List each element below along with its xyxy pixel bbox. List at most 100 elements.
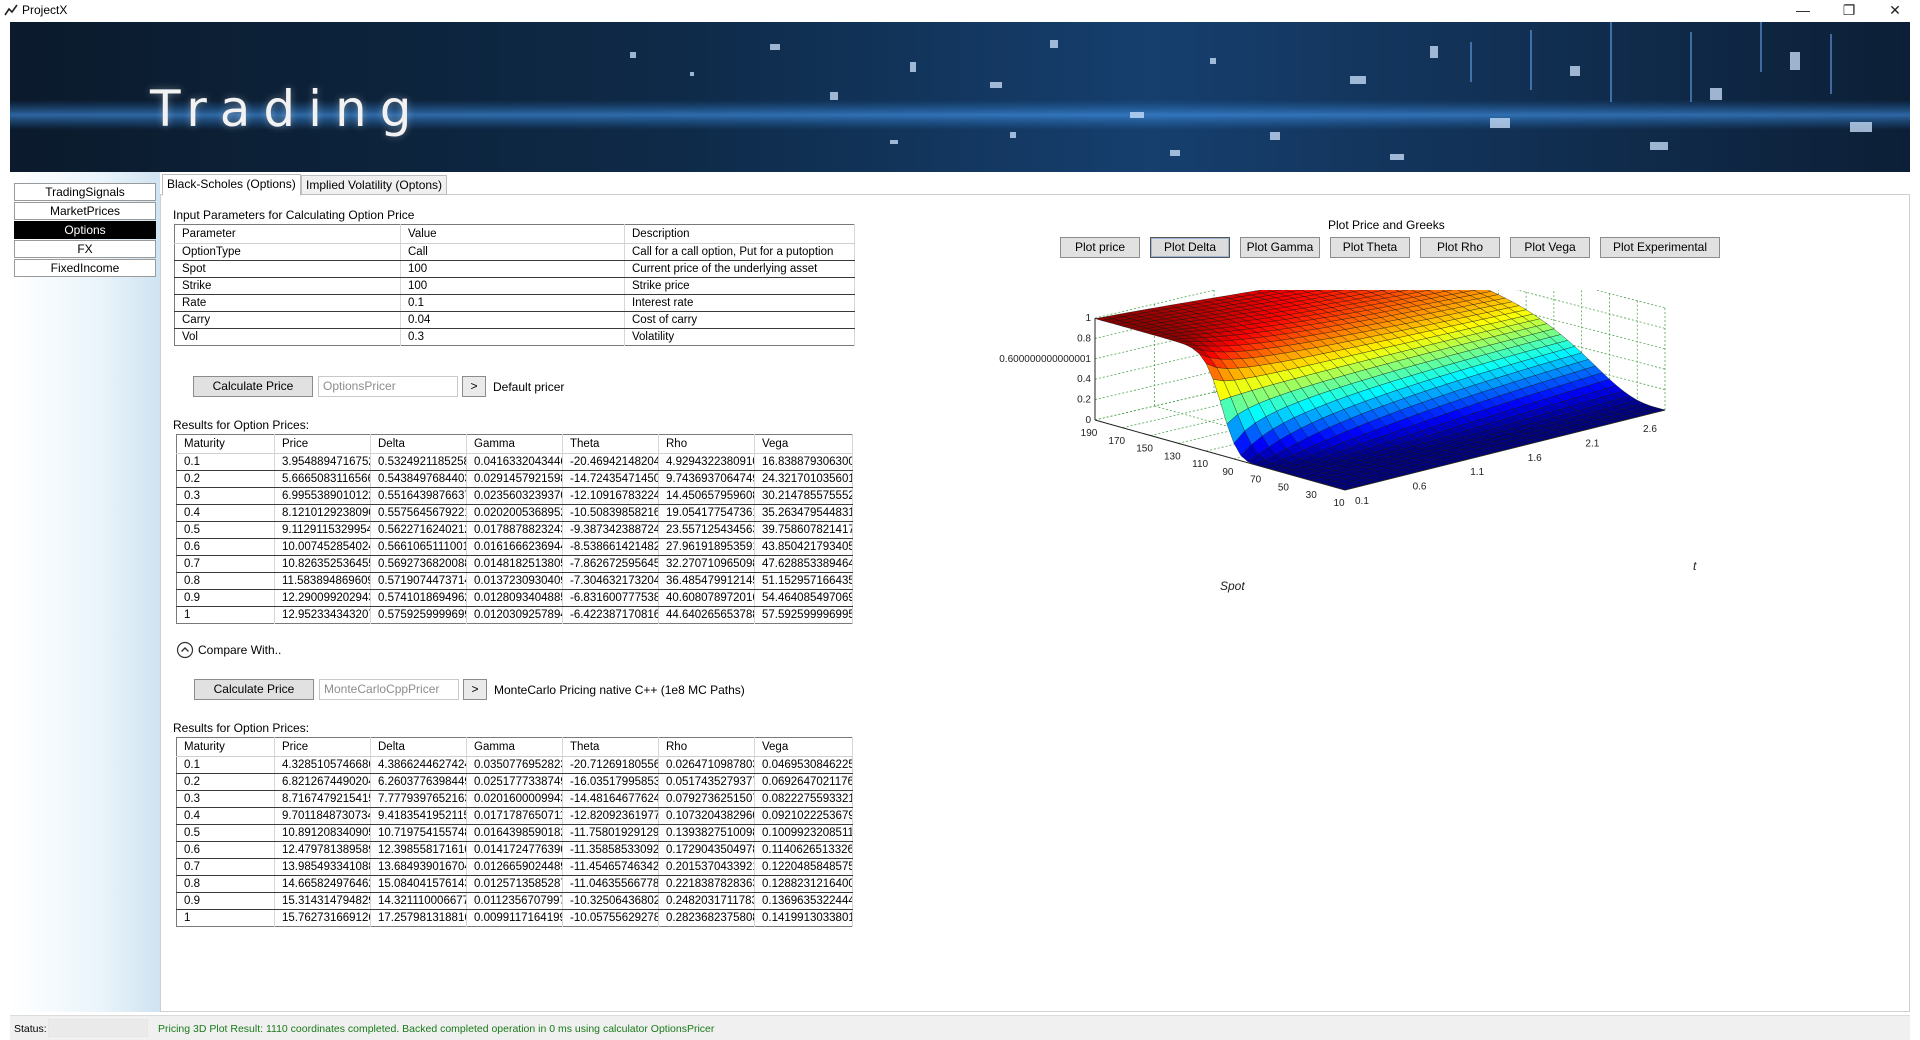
table-cell[interactable]: 0.7 <box>176 858 275 876</box>
table-cell[interactable]: 0.1729043504978 <box>658 841 755 859</box>
table-row[interactable]: 0.5 10.891208340905 10.719754155748 0.01643… <box>176 824 853 842</box>
table-cell[interactable]: 0.0125713585287 <box>466 875 563 893</box>
table-cell[interactable]: 44.640265653788 <box>658 606 755 624</box>
table-cell[interactable]: 10.891208340905 <box>274 824 371 842</box>
table-cell[interactable]: 0.5741018694962 <box>370 589 467 607</box>
table-cell[interactable]: 9.7436937064749 <box>658 470 755 488</box>
table-cell[interactable]: 12.952334343207 <box>274 606 371 624</box>
table-cell[interactable]: -11.04635566778 <box>562 875 659 893</box>
close-button[interactable]: ✕ <box>1872 0 1918 22</box>
table-row[interactable]: 0.1 3.9548894716752 0.5324921185258 0.04163… <box>176 453 853 471</box>
table-cell[interactable]: -8.538661421482 <box>562 538 659 556</box>
calculate-price-button[interactable]: Calculate Price <box>193 376 313 397</box>
table-cell[interactable]: 8.7167479215415 <box>274 790 371 808</box>
table-cell[interactable]: 0.0416332043446 <box>466 453 563 471</box>
table-cell[interactable]: -14.48164677624 <box>562 790 659 808</box>
table-cell[interactable]: 0.0264710987803 <box>658 756 755 774</box>
table-cell[interactable]: 0.0291457921598 <box>466 470 563 488</box>
table-cell[interactable]: 0.1140626513326 <box>754 841 853 859</box>
table-row[interactable]: 0.2 6.8212674490204 6.2603776398449 0.02517… <box>176 773 853 791</box>
table-cell[interactable]: 0.9 <box>176 589 275 607</box>
table-cell[interactable]: 32.270710965098 <box>658 555 755 573</box>
table-row[interactable]: 0.8 14.665824976462 15.084041576143 0.01257… <box>176 875 853 893</box>
table-cell[interactable]: 54.464085497069 <box>754 589 853 607</box>
table-cell[interactable]: 0.4 <box>176 807 275 825</box>
table-cell[interactable]: 0.0128093404885 <box>466 589 563 607</box>
table-cell[interactable]: 0.1220485848575 <box>754 858 853 876</box>
param-row[interactable]: Vol 0.3 Volatility <box>174 328 855 346</box>
table-cell[interactable]: 0.0141724776390 <box>466 841 563 859</box>
table-cell[interactable]: -10.05755629278 <box>562 909 659 927</box>
table-cell[interactable]: -10.50839858216 <box>562 504 659 522</box>
select-pricer-button-2[interactable]: > <box>463 679 487 700</box>
table-cell[interactable]: 36.485479912145 <box>658 572 755 590</box>
table-cell[interactable]: 11.583894869609 <box>274 572 371 590</box>
table-cell[interactable]: 16.838879306300 <box>754 453 853 471</box>
tab-black-scholes[interactable]: Black-Scholes (Options) <box>162 174 301 196</box>
table-cell[interactable]: 12.398558171610 <box>370 841 467 859</box>
plot-vega-button[interactable]: Plot Vega <box>1510 237 1590 258</box>
table-row[interactable]: 1 12.952334343207 0.5759259999699 0.0120309… <box>176 606 853 624</box>
table-cell[interactable]: 10.719754155748 <box>370 824 467 842</box>
table-cell[interactable]: 6.8212674490204 <box>274 773 371 791</box>
table-cell[interactable]: 0.0099117164199 <box>466 909 563 927</box>
table-cell[interactable]: Cost of carry <box>624 311 855 329</box>
nav-item-options[interactable]: Options <box>14 221 156 239</box>
table-cell[interactable]: 0.2218387828363 <box>658 875 755 893</box>
collapse-icon[interactable] <box>176 641 194 659</box>
table-cell[interactable]: 8.1210129238090 <box>274 504 371 522</box>
table-cell[interactable]: -20.71269180556 <box>562 756 659 774</box>
table-cell[interactable]: 0.1419913033801 <box>754 909 853 927</box>
table-cell[interactable]: 27.961918953591 <box>658 538 755 556</box>
table-cell[interactable]: -16.03517995853 <box>562 773 659 791</box>
table-row[interactable]: 0.6 12.479781389589 12.398558171610 0.01417… <box>176 841 853 859</box>
table-cell[interactable]: -9.387342388724 <box>562 521 659 539</box>
table-row[interactable]: 0.6 10.007452854024 0.5661065111001 0.01616… <box>176 538 853 556</box>
table-cell[interactable]: 15.314314794829 <box>274 892 371 910</box>
table-cell[interactable]: 0.3 <box>176 790 275 808</box>
table-cell[interactable]: Call <box>400 243 625 261</box>
table-cell[interactable]: 5.6665083116566 <box>274 470 371 488</box>
table-cell[interactable]: 0.0201600009943 <box>466 790 563 808</box>
table-cell[interactable]: 0.0792736251507 <box>658 790 755 808</box>
table-cell[interactable]: 0.7 <box>176 555 275 573</box>
table-row[interactable]: 0.7 10.826352536455 0.5692736820088 0.01481… <box>176 555 853 573</box>
table-cell[interactable]: 0.04 <box>400 311 625 329</box>
table-row[interactable]: 0.2 5.6665083116566 0.5438497684403 0.02914… <box>176 470 853 488</box>
table-cell[interactable]: OptionType <box>174 243 401 261</box>
table-cell[interactable]: 0.0171787650711 <box>466 807 563 825</box>
table-cell[interactable]: Call for a call option, Put for a putopt… <box>624 243 855 261</box>
table-cell[interactable]: 0.0161666236944 <box>466 538 563 556</box>
table-cell[interactable]: 0.6 <box>176 538 275 556</box>
table-cell[interactable]: -7.304632173204 <box>562 572 659 590</box>
table-cell[interactable]: 0.0251777338749 <box>466 773 563 791</box>
table-cell[interactable]: 10.007452854024 <box>274 538 371 556</box>
table-cell[interactable]: -6.831600777538 <box>562 589 659 607</box>
table-cell[interactable]: 12.479781389589 <box>274 841 371 859</box>
table-cell[interactable]: -6.422387170816 <box>562 606 659 624</box>
table-cell[interactable]: 4.3866244627424 <box>370 756 467 774</box>
table-cell[interactable]: 0.2015370433921 <box>658 858 755 876</box>
nav-item-marketprices[interactable]: MarketPrices <box>14 202 156 220</box>
table-cell[interactable]: 57.592599996995 <box>754 606 853 624</box>
table-cell[interactable]: 0.6 <box>176 841 275 859</box>
pricer-name-field[interactable]: OptionsPricer <box>318 376 458 397</box>
pricer-name-field-2[interactable]: MonteCarloCppPricer <box>319 679 459 700</box>
table-cell[interactable]: Current price of the underlying asset <box>624 260 855 278</box>
table-cell[interactable]: 9.4183541952115 <box>370 807 467 825</box>
table-cell[interactable]: 0.1393827510098 <box>658 824 755 842</box>
table-cell[interactable]: 30.214785575552 <box>754 487 853 505</box>
param-row[interactable]: Strike 100 Strike price <box>174 277 855 295</box>
plot-experimental-button[interactable]: Plot Experimental <box>1600 237 1720 258</box>
table-row[interactable]: 0.3 6.9955389010122 0.5516439876637 0.02356… <box>176 487 853 505</box>
table-cell[interactable]: Interest rate <box>624 294 855 312</box>
table-cell[interactable]: 0.1009923208511 <box>754 824 853 842</box>
table-cell[interactable]: 13.985493341088 <box>274 858 371 876</box>
table-row[interactable]: 1 15.762731669126 17.257981318816 0.0099117… <box>176 909 853 927</box>
table-cell[interactable]: 39.758607821417 <box>754 521 853 539</box>
table-cell[interactable]: 15.084041576143 <box>370 875 467 893</box>
table-row[interactable]: 0.8 11.583894869609 0.5719074473714 0.01372… <box>176 572 853 590</box>
table-row[interactable]: 0.4 8.1210129238090 0.5575645679221 0.02020… <box>176 504 853 522</box>
table-cell[interactable]: 0.1 <box>176 756 275 774</box>
table-cell[interactable]: Rate <box>174 294 401 312</box>
